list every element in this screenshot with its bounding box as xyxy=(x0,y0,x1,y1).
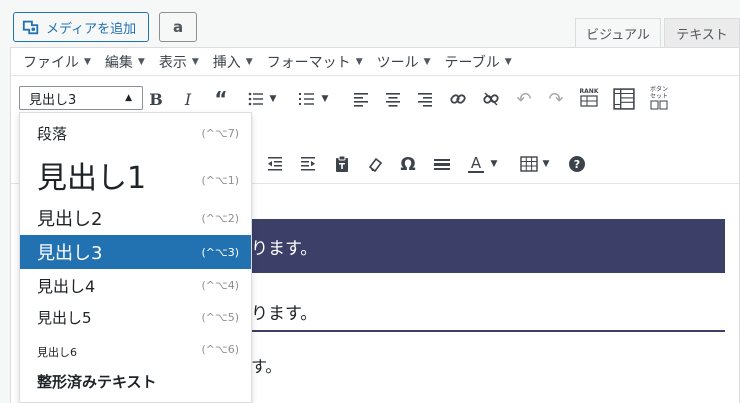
menubar: ファイル ▼ 編集 ▼ 表示 ▼ 挿入 ▼ フォーマット ▼ ツール ▼ テーブル ▼ xyxy=(11,48,739,76)
menu-file[interactable]: ファイル ▼ xyxy=(23,52,91,72)
outdent-icon[interactable] xyxy=(262,151,288,177)
chevron-down-icon: ▼ xyxy=(355,56,363,67)
text-color-letter: A xyxy=(470,153,482,172)
chevron-down-icon: ▼ xyxy=(504,56,512,67)
format-option-shortcut: (^⌥6) xyxy=(201,342,239,356)
format-option-shortcut: (^⌥5) xyxy=(201,310,239,324)
format-option-paragraph[interactable]: 段落 (^⌥7) xyxy=(20,117,251,149)
chevron-down-icon: ▼ xyxy=(191,56,199,67)
heading-2-text: ります。 xyxy=(251,238,318,259)
indent-icon[interactable] xyxy=(295,151,321,177)
menu-tools-label: ツール xyxy=(376,54,419,71)
format-option-shortcut: (^⌥7) xyxy=(201,126,239,140)
menu-format-label: フォーマット xyxy=(266,54,351,71)
numbered-list-icon[interactable] xyxy=(294,86,320,112)
menu-insert[interactable]: 挿入 ▼ xyxy=(213,52,253,72)
format-option-preformatted[interactable]: 整形済みテキスト xyxy=(20,365,251,397)
blockquote-icon[interactable]: “ xyxy=(208,86,234,112)
paragraph-text: す。 xyxy=(251,357,282,376)
media-icon xyxy=(22,20,39,35)
chevron-down-icon: ▼ xyxy=(84,56,91,67)
heading-3-text: ります。 xyxy=(251,304,318,324)
format-option-label: 見出し1 xyxy=(37,161,147,196)
button-set-icon[interactable]: ボタン セット xyxy=(646,83,672,113)
menu-table-label: テーブル xyxy=(444,54,500,71)
tab-visual[interactable]: ビジュアル xyxy=(575,18,661,47)
menu-file-label: ファイル xyxy=(23,54,79,71)
format-option-label: 見出し5 xyxy=(37,308,92,327)
chevron-down-icon: ▼ xyxy=(137,56,145,67)
format-option-shortcut: (^⌥2) xyxy=(201,211,239,225)
menu-view[interactable]: 表示 ▼ xyxy=(159,52,199,72)
format-select[interactable]: 見出し3 ▲ xyxy=(19,86,143,110)
unlink-icon[interactable] xyxy=(478,86,504,112)
format-option-heading-2[interactable]: 見出し2 (^⌥2) xyxy=(20,201,251,235)
undo-icon[interactable]: ↶ xyxy=(511,86,537,112)
paste-text-icon[interactable] xyxy=(329,151,355,177)
chevron-down-icon[interactable]: ▼ xyxy=(266,86,280,112)
format-option-heading-5[interactable]: 見出し5 (^⌥5) xyxy=(20,301,251,333)
format-option-heading-1[interactable]: 見出し1 (^⌥1) xyxy=(20,149,251,201)
format-option-heading-4[interactable]: 見出し4 (^⌥4) xyxy=(20,269,251,301)
add-media-button[interactable]: メディアを追加 xyxy=(13,12,149,42)
help-icon-glyph: ? xyxy=(569,156,585,172)
menu-tools[interactable]: ツール ▼ xyxy=(377,52,431,72)
format-select-value: 見出し3 xyxy=(29,92,77,108)
menu-edit[interactable]: 編集 ▼ xyxy=(105,52,145,72)
link-icon[interactable] xyxy=(445,86,471,112)
chevron-down-icon: ▼ xyxy=(423,56,431,67)
format-option-shortcut: (^⌥1) xyxy=(201,173,239,187)
align-center-icon[interactable] xyxy=(380,86,406,112)
redo-icon[interactable]: ↷ xyxy=(543,86,569,112)
menu-view-label: 表示 xyxy=(158,54,187,71)
text-color-icon[interactable]: A xyxy=(463,151,489,177)
chevron-down-icon[interactable]: ▼ xyxy=(318,86,332,112)
amazon-icon: a xyxy=(172,18,184,36)
format-option-label: 整形済みテキスト xyxy=(37,372,157,391)
chevron-down-icon[interactable]: ▼ xyxy=(539,151,553,177)
menu-edit-label: 編集 xyxy=(104,54,133,71)
format-option-label: 見出し2 xyxy=(37,209,103,230)
format-option-shortcut: (^⌥3) xyxy=(201,245,239,259)
menu-insert-label: 挿入 xyxy=(212,54,241,71)
special-character-icon[interactable]: Ω xyxy=(395,151,421,177)
text-color-underline xyxy=(468,170,484,173)
button-set-label-2: セット xyxy=(649,93,668,100)
format-option-label: 段落 xyxy=(37,124,68,143)
horizontal-line-icon[interactable] xyxy=(429,151,455,177)
clear-formatting-icon[interactable] xyxy=(362,151,388,177)
italic-icon[interactable]: I xyxy=(175,86,201,112)
rank-icon-label: RANK xyxy=(579,87,599,95)
format-option-heading-3[interactable]: 見出し3 (^⌥3) xyxy=(20,235,251,269)
menu-table[interactable]: テーブル ▼ xyxy=(445,52,512,72)
menu-format[interactable]: フォーマット ▼ xyxy=(267,52,363,72)
heading-2-block: ります。 xyxy=(211,219,725,273)
align-left-icon[interactable] xyxy=(348,86,374,112)
editor-top-bar: メディアを追加 a ビジュアル テキスト xyxy=(0,0,740,47)
format-option-shortcut: (^⌥4) xyxy=(201,278,239,292)
format-option-label: 見出し6 xyxy=(37,346,77,359)
chevron-down-icon: ▼ xyxy=(245,56,253,67)
format-option-label: 見出し4 xyxy=(37,277,96,296)
format-dropdown-menu: 段落 (^⌥7) 見出し1 (^⌥1) 見出し2 (^⌥2) 見出し3 (^⌥3… xyxy=(19,112,252,403)
tab-text[interactable]: テキスト xyxy=(664,18,740,47)
heading-3-underline xyxy=(211,330,725,332)
help-icon[interactable]: ? xyxy=(564,151,590,177)
button-set-label-1: ボタン xyxy=(649,86,668,93)
add-media-label: メディアを追加 xyxy=(46,21,137,37)
format-option-heading-6[interactable]: 見出し6 (^⌥6) xyxy=(20,333,251,365)
format-option-label: 見出し3 xyxy=(37,243,103,264)
bold-icon[interactable]: B xyxy=(143,86,169,112)
amazon-button[interactable]: a xyxy=(159,12,197,42)
rank-icon[interactable]: RANK xyxy=(576,84,602,110)
align-right-icon[interactable] xyxy=(412,86,438,112)
chevron-up-icon: ▲ xyxy=(125,93,132,103)
chevron-down-icon[interactable]: ▼ xyxy=(487,151,501,177)
table-layout-icon[interactable] xyxy=(611,86,637,112)
